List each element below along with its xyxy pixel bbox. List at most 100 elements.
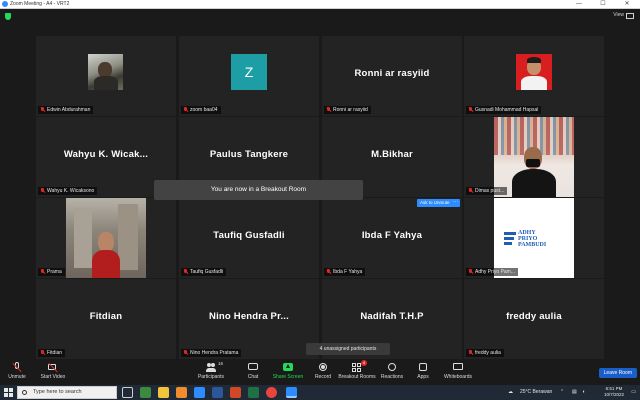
taskbar-clock[interactable]: 6:51 PM 10/7/2022 bbox=[604, 386, 624, 398]
clock-date: 10/7/2022 bbox=[603, 392, 624, 397]
mic-muted-icon bbox=[40, 188, 45, 194]
participant-display-name: Wahyu K. Wicak... bbox=[63, 149, 149, 160]
chat-label: Chat bbox=[247, 374, 259, 380]
word-icon[interactable] bbox=[212, 387, 223, 398]
participant-name: Taufiq Gusfadli bbox=[190, 269, 224, 275]
participant-display-name: Paulus Tangkere bbox=[209, 149, 289, 160]
windows-start-icon[interactable] bbox=[4, 388, 13, 397]
participant-tile[interactable]: Dimas pust... bbox=[464, 117, 604, 197]
zoom-window: Zoom Meeting - A4 - VRT2 — ☐ ✕ View Edwi… bbox=[0, 0, 640, 400]
mic-muted-icon bbox=[183, 350, 188, 356]
participant-tile[interactable]: ADHY PRIYO PAMBUDI Adhy Priyo Pam... bbox=[464, 198, 604, 278]
participant-avatar-letter: Z bbox=[231, 54, 267, 90]
breakout-rooms-icon: 4 bbox=[352, 360, 367, 372]
breakout-rooms-button[interactable]: 4 Breakout Rooms bbox=[338, 360, 376, 380]
reactions-button[interactable]: Reactions bbox=[380, 362, 404, 380]
participant-name: Ibda F Yahya bbox=[333, 269, 363, 275]
mic-muted-icon bbox=[40, 269, 45, 275]
weather-icon: ☁ bbox=[508, 389, 513, 395]
mic-muted-icon bbox=[40, 107, 45, 113]
start-video-label: Start Video bbox=[40, 374, 66, 380]
mic-muted-icon bbox=[468, 350, 473, 356]
volume-icon[interactable]: ◖ bbox=[582, 385, 585, 400]
participant-photo bbox=[66, 198, 146, 278]
window-title: Zoom Meeting - A4 - VRT2 bbox=[10, 1, 70, 7]
adhy-logo: ADHY PRIYO PAMBUDI bbox=[494, 198, 574, 278]
mic-muted-icon bbox=[468, 107, 473, 113]
reactions-label: Reactions bbox=[380, 374, 404, 380]
whiteboards-button[interactable]: Whiteboards bbox=[442, 362, 474, 380]
participant-display-name: Ibda F Yahya bbox=[361, 230, 423, 241]
participant-tile[interactable]: Taufiq Gusfadli Taufiq Gusfadli bbox=[179, 198, 319, 278]
participants-button[interactable]: 16 Participants bbox=[196, 361, 226, 380]
unmute-button[interactable]: Unmute bbox=[6, 362, 28, 380]
participant-photo bbox=[516, 54, 552, 90]
excel-icon[interactable] bbox=[248, 387, 259, 398]
windows-taskbar: Type here to search ☁ 25°C Berawan ⌃ ▤ ◖… bbox=[0, 385, 640, 400]
chrome-icon[interactable] bbox=[266, 387, 277, 398]
participant-tile[interactable]: Z zoom baa04 bbox=[179, 36, 319, 116]
participant-name: Prama bbox=[47, 269, 62, 275]
participant-name: Nino Hendra Pratama bbox=[190, 350, 239, 356]
apps-button[interactable]: Apps bbox=[414, 362, 432, 380]
maximize-button[interactable]: ☐ bbox=[596, 0, 610, 9]
file-explorer-icon[interactable] bbox=[158, 387, 169, 398]
taskbar-search-box[interactable]: Type here to search bbox=[17, 386, 117, 399]
app-icon[interactable] bbox=[176, 387, 187, 398]
tray-overflow-icon[interactable]: ⌃ bbox=[560, 385, 564, 400]
participant-name: Gusnadi Mohammad Hapsal bbox=[475, 107, 539, 113]
reactions-icon bbox=[387, 362, 397, 372]
view-label[interactable]: View bbox=[613, 12, 624, 18]
participant-name: Wahyu K. Wicaksono bbox=[47, 188, 95, 194]
mic-muted-icon bbox=[326, 269, 331, 275]
mic-muted-icon bbox=[468, 269, 473, 275]
search-placeholder: Type here to search bbox=[33, 389, 82, 395]
participant-tile[interactable]: Ronni ar rasyiid Ronni ar rasyiid bbox=[322, 36, 462, 116]
participant-tile[interactable]: Prama bbox=[36, 198, 176, 278]
record-icon bbox=[318, 362, 328, 372]
zoom-taskbar-icon[interactable] bbox=[286, 387, 297, 398]
participant-name: Edwin Abdurahman bbox=[47, 107, 91, 113]
share-screen-button[interactable]: Share Screen bbox=[272, 362, 304, 380]
leave-room-button[interactable]: Leave Room bbox=[598, 368, 637, 378]
store-icon[interactable] bbox=[194, 387, 205, 398]
chat-button[interactable]: Chat bbox=[244, 362, 262, 380]
participant-name: zoom baa04 bbox=[190, 107, 218, 113]
task-view-icon[interactable] bbox=[122, 387, 133, 398]
start-video-button[interactable]: Start Video bbox=[38, 362, 68, 380]
chat-icon bbox=[248, 362, 258, 372]
gallery-view-icon[interactable] bbox=[626, 13, 634, 19]
participant-tile[interactable]: Nino Hendra Pr... Nino Hendra Pratama bbox=[179, 279, 319, 359]
participants-label: Participants bbox=[197, 374, 225, 380]
notification-icon[interactable]: ▭ bbox=[631, 385, 636, 400]
network-icon[interactable]: ▤ bbox=[572, 385, 577, 400]
participants-icon: 16 bbox=[206, 361, 223, 372]
participant-display-name: freddy aulia bbox=[506, 311, 562, 322]
apps-label: Apps bbox=[417, 374, 429, 380]
participant-tile[interactable]: Edwin Abdurahman bbox=[36, 36, 176, 116]
participant-name: freddy aulia bbox=[475, 350, 501, 356]
record-button[interactable]: Record bbox=[312, 362, 334, 380]
minimize-button[interactable]: — bbox=[572, 0, 586, 9]
participant-photo bbox=[88, 54, 123, 90]
participant-name: Dimas pust... bbox=[475, 188, 505, 194]
participant-display-name: Taufiq Gusfadli bbox=[213, 230, 285, 241]
meeting-toolbar: Unmute Start Video 16 Participants Chat bbox=[0, 360, 640, 385]
unassigned-participants-popup[interactable]: 4 unassigned participants bbox=[306, 343, 390, 355]
participant-tile[interactable]: freddy aulia freddy aulia bbox=[464, 279, 604, 359]
weather-text[interactable]: 25°C Berawan bbox=[520, 385, 552, 400]
more-options-button[interactable]: ··· bbox=[451, 199, 460, 207]
breakout-rooms-label: Breakout Rooms bbox=[338, 374, 376, 380]
participant-tile[interactable]: Fitdian Fitdian bbox=[36, 279, 176, 359]
share-screen-icon bbox=[283, 362, 293, 372]
camera-off-icon bbox=[48, 362, 58, 373]
security-shield-icon[interactable] bbox=[5, 13, 11, 20]
powerpoint-icon[interactable] bbox=[230, 387, 241, 398]
participant-tile[interactable]: Gusnadi Mohammad Hapsal bbox=[464, 36, 604, 116]
mic-muted-icon bbox=[468, 188, 473, 194]
app-icon[interactable] bbox=[140, 387, 151, 398]
share-screen-label: Share Screen bbox=[272, 374, 304, 380]
close-button[interactable]: ✕ bbox=[620, 0, 634, 9]
participant-tile[interactable]: Ibda F Yahya Ibda F Yahya bbox=[322, 198, 462, 278]
ask-to-unmute-button[interactable]: Ask to Unmute bbox=[417, 199, 453, 207]
